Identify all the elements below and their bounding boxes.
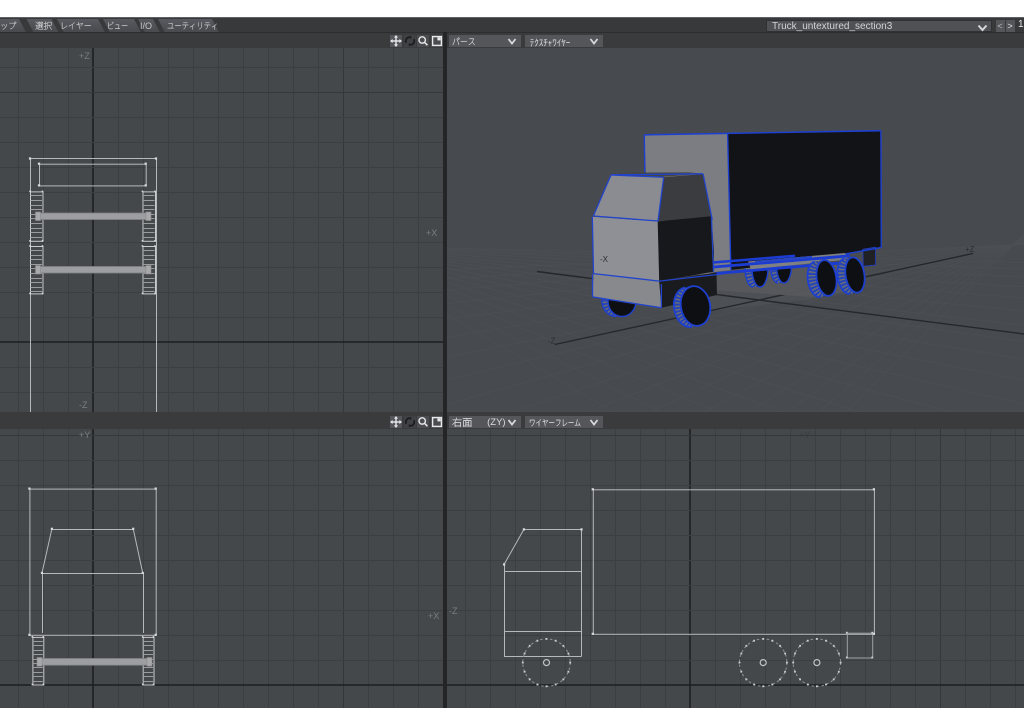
svg-text:-Z: -Z [449, 606, 458, 616]
svg-text:+Y: +Y [79, 430, 90, 440]
svg-text:+X: +X [428, 611, 439, 621]
svg-text:-X: -X [600, 255, 609, 264]
svg-text:-Z: -Z [79, 400, 88, 410]
svg-text:+Y: +Y [799, 430, 810, 440]
svg-text:+Z: +Z [79, 51, 90, 61]
svg-text:+Z: +Z [965, 245, 975, 254]
svg-text:-Z: -Z [548, 337, 556, 346]
svg-text:+X: +X [426, 228, 437, 238]
